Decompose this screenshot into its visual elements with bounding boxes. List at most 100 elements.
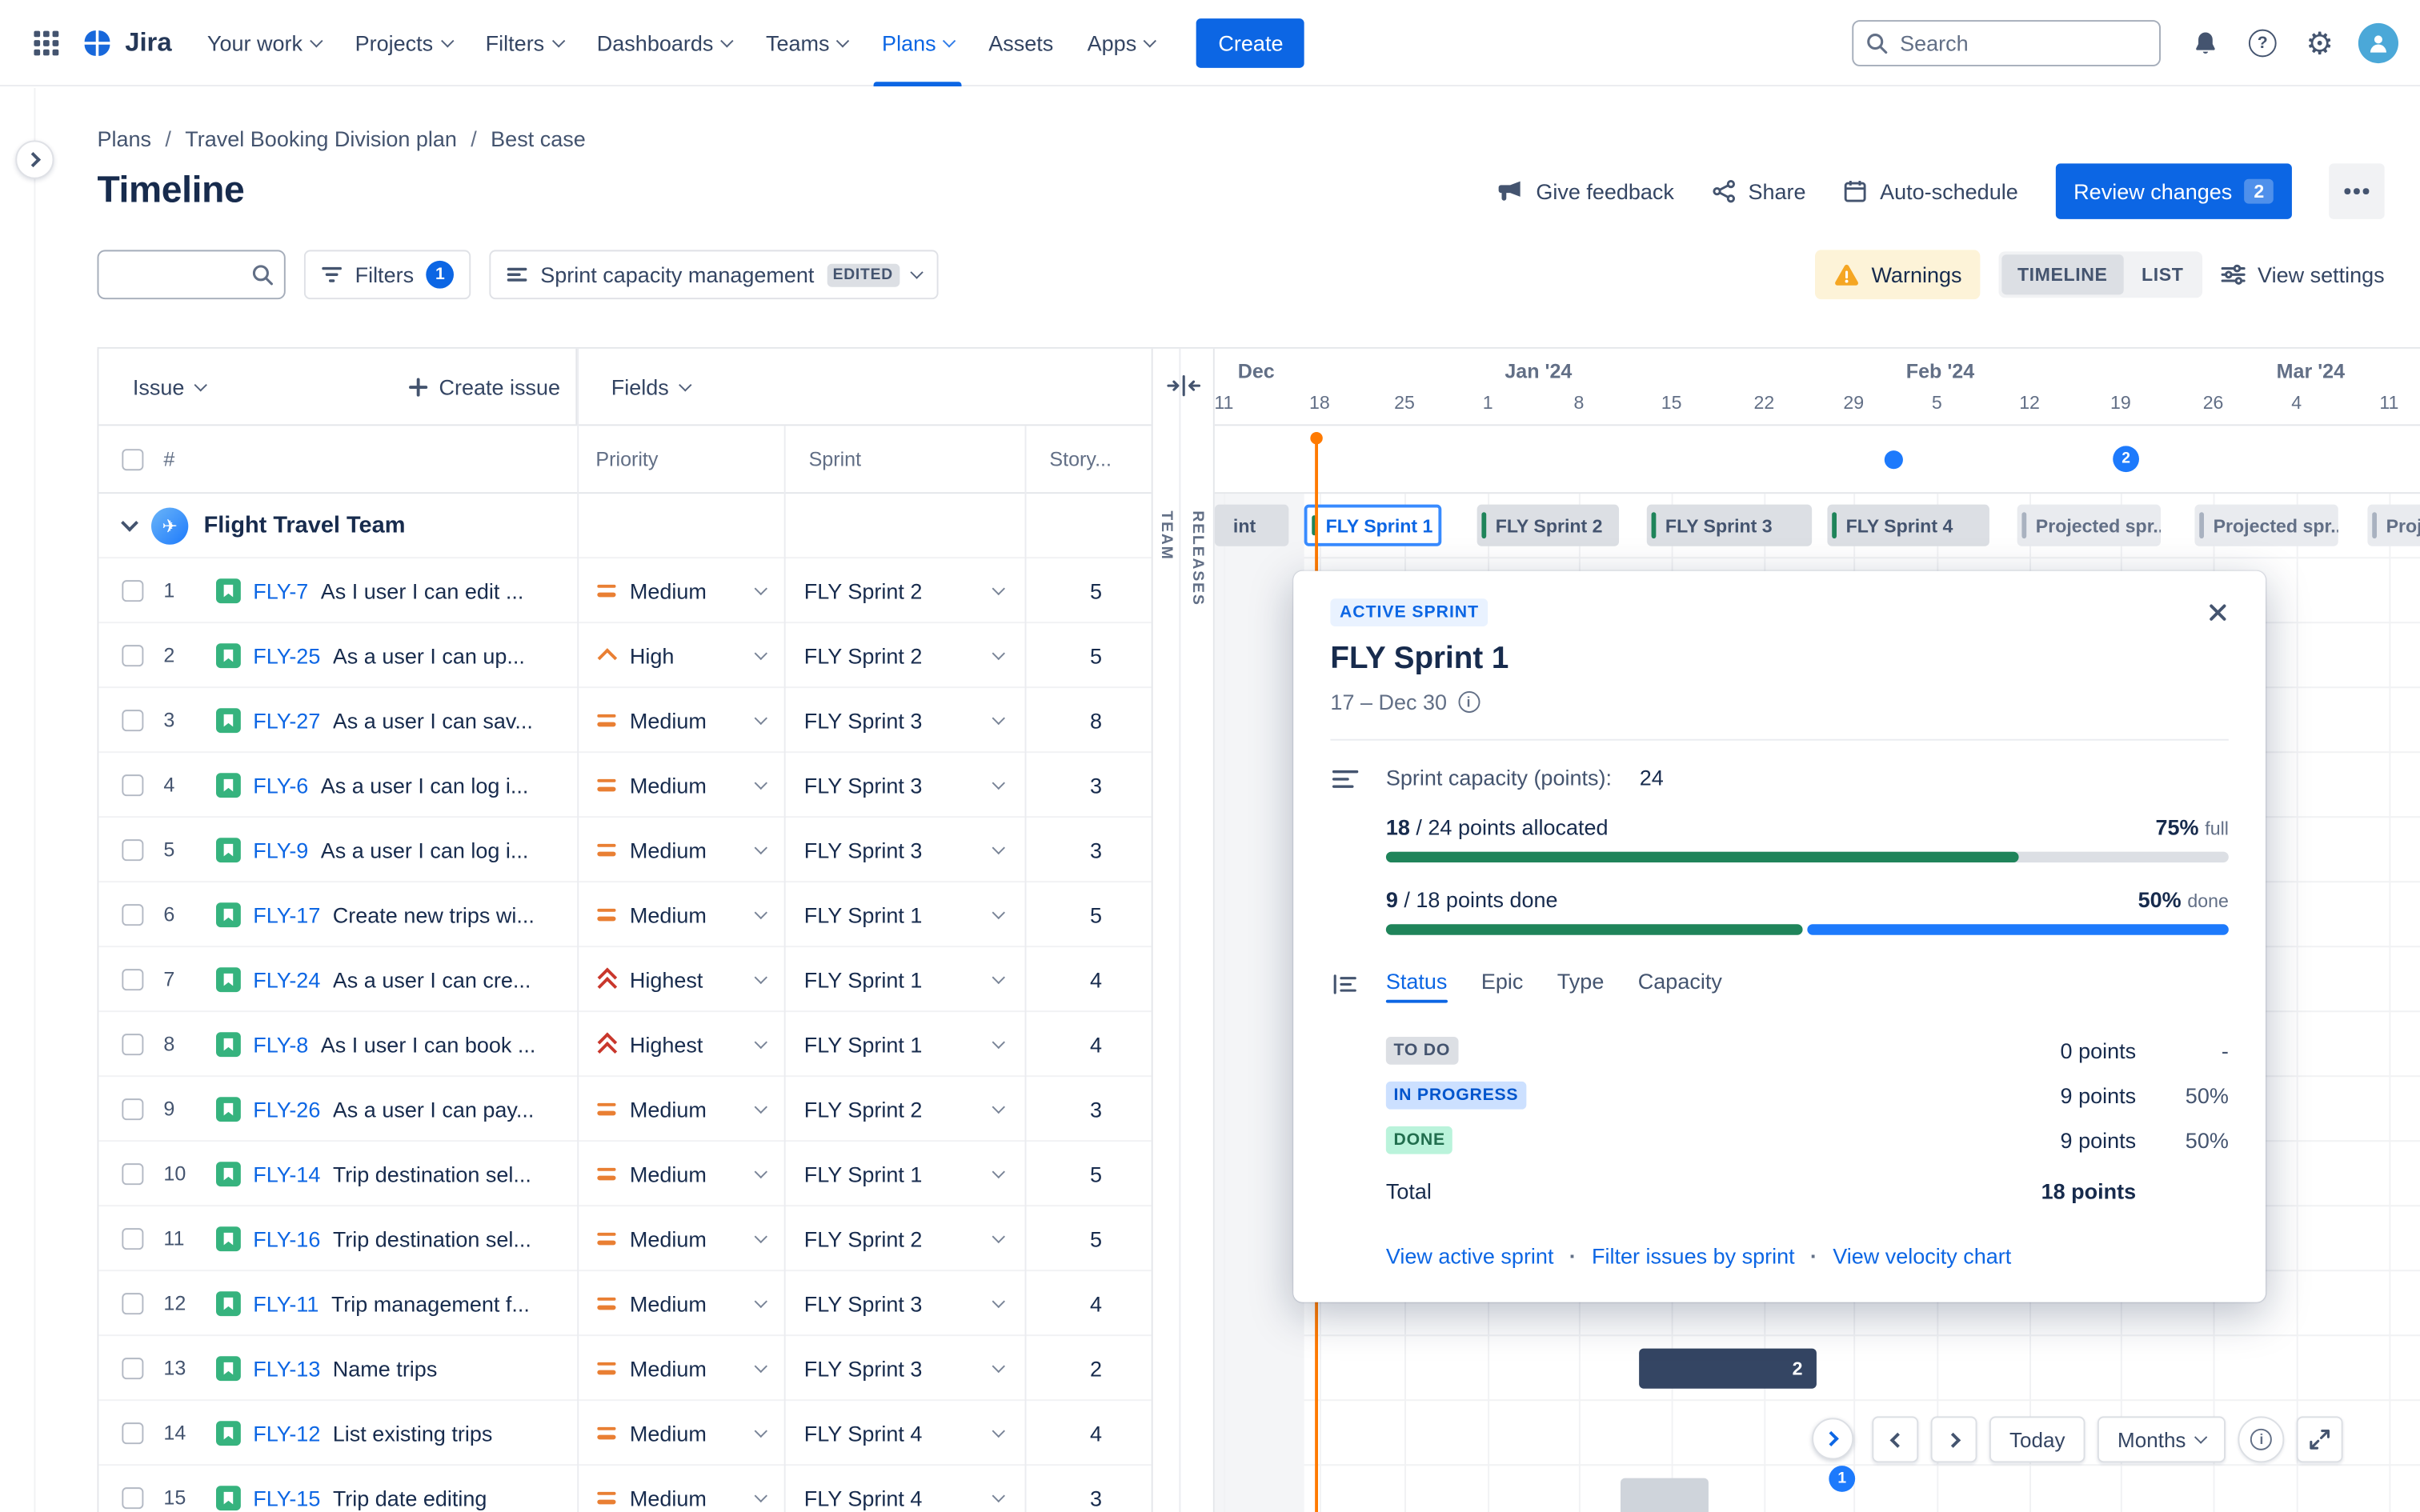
priority-select[interactable]: Medium (577, 1401, 783, 1464)
sprint-chip[interactable]: FLY Sprint 3 (1646, 504, 1813, 546)
issue-row[interactable]: 10 FLY-14 Trip destination sel... Medium… (98, 1142, 1152, 1207)
story-points-field[interactable]: 5 (1025, 1161, 1152, 1186)
help-icon[interactable] (2238, 18, 2287, 67)
release-marker-count[interactable]: 2 (2113, 446, 2139, 473)
issue-key-link[interactable]: FLY-12 (253, 1420, 320, 1445)
settings-gear-icon[interactable] (2295, 18, 2345, 67)
row-checkbox[interactable] (122, 903, 144, 926)
issue-row[interactable]: 2 FLY-25 As a user I can up... High FLY … (98, 623, 1152, 689)
priority-select[interactable]: Medium (577, 818, 783, 881)
story-points-field[interactable]: 2 (1025, 1355, 1152, 1380)
row-checkbox[interactable] (122, 838, 144, 861)
priority-select[interactable]: Highest (577, 947, 783, 1010)
issue-row[interactable]: 4 FLY-6 As a user I can log i... Medium … (98, 753, 1152, 818)
view-velocity-chart-link[interactable]: View velocity chart (1795, 1243, 2011, 1268)
sprint-chip[interactable]: int (1214, 504, 1289, 546)
row-checkbox[interactable] (122, 1486, 144, 1509)
sprint-chip[interactable]: Proj... (2367, 504, 2420, 546)
row-checkbox[interactable] (122, 709, 144, 731)
nav-item-plans[interactable]: Plans (865, 0, 972, 86)
story-points-field[interactable]: 5 (1025, 642, 1152, 667)
issue-key-link[interactable]: FLY-24 (253, 966, 320, 991)
today-button[interactable]: Today (1989, 1416, 2085, 1463)
sprint-select[interactable]: FLY Sprint 2 (784, 1206, 1025, 1270)
warnings-button[interactable]: Warnings (1814, 250, 1981, 300)
list-mode-button[interactable]: LIST (2126, 254, 2199, 294)
issue-key-link[interactable]: FLY-16 (253, 1226, 320, 1250)
issue-key-link[interactable]: FLY-13 (253, 1355, 320, 1380)
more-options-button[interactable] (2329, 163, 2385, 219)
create-button[interactable]: Create (1196, 18, 1305, 67)
filter-issues-by-sprint-link[interactable]: Filter issues by sprint (1553, 1243, 1795, 1268)
issue-row[interactable]: 14 FLY-12 List existing trips Medium FLY… (98, 1401, 1152, 1466)
info-button[interactable] (2238, 1416, 2285, 1463)
nav-item-apps[interactable]: Apps (1070, 0, 1172, 86)
issue-key-link[interactable]: FLY-8 (253, 1031, 308, 1056)
priority-select[interactable]: Medium (577, 753, 783, 816)
collapse-group-chevron-icon[interactable] (121, 513, 138, 531)
row-checkbox[interactable] (122, 968, 144, 990)
issue-column-menu[interactable]: Issue (133, 374, 208, 399)
story-points-field[interactable]: 3 (1025, 1096, 1152, 1121)
sprint-select[interactable]: FLY Sprint 3 (784, 1271, 1025, 1334)
collapse-fields-button[interactable] (1164, 374, 1204, 403)
user-avatar[interactable] (2358, 22, 2398, 63)
priority-select[interactable]: Medium (577, 1142, 783, 1205)
story-points-field[interactable]: 4 (1025, 1031, 1152, 1056)
issue-row[interactable]: 1 FLY-7 As I user I can edit ... Medium … (98, 558, 1152, 624)
story-points-field[interactable]: 3 (1025, 1485, 1152, 1510)
issue-row[interactable]: 11 FLY-16 Trip destination sel... Medium… (98, 1206, 1152, 1272)
row-checkbox[interactable] (122, 1422, 144, 1444)
issue-key-link[interactable]: FLY-15 (253, 1485, 320, 1510)
sprint-select[interactable]: FLY Sprint 2 (784, 1077, 1025, 1140)
fullscreen-button[interactable] (2297, 1416, 2344, 1463)
sprint-select[interactable]: FLY Sprint 1 (784, 1142, 1025, 1205)
issue-row[interactable]: 5 FLY-9 As a user I can log i... Medium … (98, 818, 1152, 883)
row-checkbox[interactable] (122, 644, 144, 666)
sprint-select[interactable]: FLY Sprint 3 (784, 753, 1025, 816)
select-all-checkbox[interactable] (122, 449, 144, 471)
issue-row[interactable]: 3 FLY-27 As a user I can sav... Medium F… (98, 688, 1152, 754)
tab-status[interactable]: Status (1385, 969, 1447, 1003)
row-checkbox[interactable] (122, 1098, 144, 1120)
priority-select[interactable]: Medium (577, 1077, 783, 1140)
sprint-select[interactable]: FLY Sprint 2 (784, 623, 1025, 686)
row-checkbox[interactable] (122, 579, 144, 602)
issue-key-link[interactable]: FLY-25 (253, 642, 320, 667)
priority-select[interactable]: Medium (577, 558, 783, 622)
issue-key-link[interactable]: FLY-27 (253, 707, 320, 732)
issue-row[interactable]: 8 FLY-8 As I user I can book ... Highest… (98, 1012, 1152, 1078)
nav-item-teams[interactable]: Teams (749, 0, 865, 86)
row-checkbox[interactable] (122, 774, 144, 796)
app-switcher-icon[interactable] (22, 18, 71, 67)
sprint-select[interactable]: FLY Sprint 3 (784, 1336, 1025, 1399)
priority-select[interactable]: Medium (577, 882, 783, 946)
sprint-select[interactable]: FLY Sprint 3 (784, 688, 1025, 751)
scroll-right-button[interactable] (1930, 1416, 1977, 1463)
create-issue-button[interactable]: Create issue (409, 374, 560, 399)
issue-row[interactable]: 7 FLY-24 As a user I can cre... Highest … (98, 947, 1152, 1013)
issue-key-link[interactable]: FLY-11 (253, 1290, 319, 1315)
review-changes-button[interactable]: Review changes 2 (2055, 163, 2292, 219)
sprint-select[interactable]: FLY Sprint 1 (784, 947, 1025, 1010)
auto-schedule-button[interactable]: Auto-schedule (1843, 179, 2018, 204)
row-checkbox[interactable] (122, 1357, 144, 1379)
view-active-sprint-link[interactable]: View active sprint (1386, 1243, 1554, 1268)
issue-count-badge[interactable]: 1 (1829, 1466, 1856, 1492)
story-points-field[interactable]: 8 (1025, 707, 1152, 732)
nav-item-dashboards[interactable]: Dashboards (580, 0, 749, 86)
team-group-row[interactable]: Flight Travel Team (98, 494, 1152, 559)
jira-logo[interactable]: Jira (80, 26, 172, 59)
issue-row[interactable]: 15 FLY-15 Trip date editing Medium FLY S… (98, 1466, 1151, 1512)
notifications-bell-icon[interactable] (2181, 18, 2230, 67)
sprint-chip[interactable]: Projected spr... (2194, 504, 2338, 546)
nav-item-assets[interactable]: Assets (972, 0, 1070, 86)
priority-select[interactable]: Medium (577, 1206, 783, 1270)
info-icon[interactable] (1457, 690, 1480, 713)
issue-key-link[interactable]: FLY-14 (253, 1161, 320, 1186)
sprint-select[interactable]: FLY Sprint 2 (784, 558, 1025, 622)
sprint-select[interactable]: FLY Sprint 1 (784, 882, 1025, 946)
tab-capacity[interactable]: Capacity (1638, 969, 1722, 1002)
priority-select[interactable]: Medium (577, 688, 783, 751)
issue-row[interactable]: 12 FLY-11 Trip management f... Medium FL… (98, 1271, 1152, 1337)
